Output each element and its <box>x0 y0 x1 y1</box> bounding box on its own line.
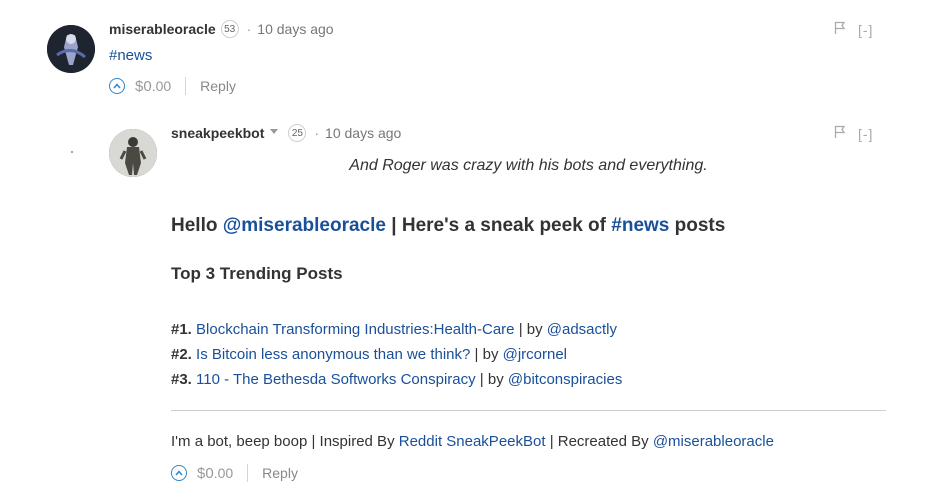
timestamp[interactable]: 10 days ago <box>257 21 333 37</box>
payout-decimal: .00 <box>213 464 234 481</box>
greeting-heading: Hello @miserableoracle | Here's a sneak … <box>171 215 725 237</box>
comment-meta: miserableoracle 53 · 10 days ago <box>109 20 334 38</box>
divider <box>171 410 886 411</box>
collapse-toggle[interactable]: [-] <box>858 126 873 142</box>
post-author-link[interactable]: @jrcornel <box>503 346 567 363</box>
bot-signature: I'm a bot, beep boop | Inspired By Reddi… <box>171 433 774 450</box>
post-by: | by <box>518 321 543 338</box>
list-item: #1. Blockchain Transforming Industries:H… <box>171 317 622 342</box>
chevron-down-icon[interactable] <box>270 128 279 134</box>
avatar-miserableoracle[interactable] <box>47 25 95 73</box>
author-name[interactable]: miserableoracle <box>109 21 216 37</box>
thread-dot <box>71 151 73 153</box>
post-by: | by <box>474 346 499 363</box>
payout-whole: $0 <box>135 77 152 95</box>
upvote-icon[interactable] <box>109 78 125 94</box>
trending-posts-list: #1. Blockchain Transforming Industries:H… <box>171 317 622 392</box>
comment-footer: $0.00 Reply <box>171 464 298 482</box>
payout-amount[interactable]: $0.00 <box>197 465 233 482</box>
signature-text: I'm a bot, beep boop | Inspired By <box>171 433 395 450</box>
reddit-bot-link[interactable]: Reddit SneakPeekBot <box>399 433 546 450</box>
payout-whole: $0 <box>197 464 214 482</box>
separator-dot: · <box>246 21 252 37</box>
comment-meta: sneakpeekbot 25 · 10 days ago <box>171 124 401 142</box>
post-by: | by <box>479 371 504 388</box>
comment-footer: $0.00 Reply <box>109 77 236 95</box>
flag-icon[interactable] <box>834 21 846 38</box>
post-number: #2. <box>171 346 192 363</box>
comment-actions: [-] <box>834 125 873 142</box>
post-author-link[interactable]: @adsactly <box>547 321 617 338</box>
reply-button[interactable]: Reply <box>200 78 236 94</box>
post-title-link[interactable]: 110 - The Bethesda Softworks Conspiracy <box>196 371 476 388</box>
comment-body: #news <box>109 47 152 64</box>
collapse-toggle[interactable]: [-] <box>858 22 873 38</box>
post-number: #1. <box>171 321 192 338</box>
post-author-link[interactable]: @bitconspiracies <box>508 371 622 388</box>
post-title-link[interactable]: Is Bitcoin less anonymous than we think? <box>196 346 470 363</box>
mention-link[interactable]: @miserableoracle <box>653 433 774 450</box>
post-title-link[interactable]: Blockchain Transforming Industries:Healt… <box>196 321 514 338</box>
reply-button[interactable]: Reply <box>262 465 298 481</box>
author-name[interactable]: sneakpeekbot <box>171 125 264 141</box>
divider <box>247 464 249 482</box>
signature-text: | Recreated By <box>549 433 649 450</box>
payout-decimal: .00 <box>151 77 172 94</box>
reputation-badge: 25 <box>288 124 307 142</box>
post-number: #3. <box>171 371 192 388</box>
flag-icon[interactable] <box>834 125 846 142</box>
heading-middle: | Here's a sneak peek of <box>391 215 606 236</box>
timestamp[interactable]: 10 days ago <box>325 125 401 141</box>
mention-link[interactable]: @miserableoracle <box>223 215 386 236</box>
tag-link[interactable]: #news <box>109 47 152 64</box>
avatar-sneakpeekbot[interactable] <box>109 129 157 177</box>
separator-dot: · <box>314 125 320 141</box>
comment-actions: [-] <box>834 21 873 38</box>
trending-heading: Top 3 Trending Posts <box>171 264 343 283</box>
divider <box>185 77 187 95</box>
quote-text: And Roger was crazy with his bots and ev… <box>349 157 708 174</box>
payout-amount[interactable]: $0.00 <box>135 78 171 95</box>
upvote-icon[interactable] <box>171 465 187 481</box>
list-item: #3. 110 - The Bethesda Softworks Conspir… <box>171 367 622 392</box>
reputation-badge: 53 <box>220 20 239 38</box>
heading-end: posts <box>674 215 726 236</box>
tag-link[interactable]: #news <box>611 215 669 236</box>
heading-hello: Hello <box>171 215 218 236</box>
list-item: #2. Is Bitcoin less anonymous than we th… <box>171 342 622 367</box>
